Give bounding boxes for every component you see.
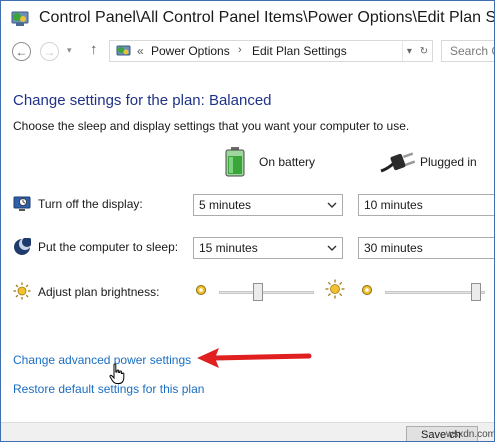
sleep-battery-select[interactable]: 15 minutes <box>193 237 343 259</box>
page-title: Change settings for the plan: Balanced <box>13 92 272 109</box>
brightness-setting-label: Adjust plan brightness: <box>38 285 160 299</box>
slider-thumb[interactable] <box>253 283 263 301</box>
breadcrumb-separator-icon[interactable]: › <box>238 44 242 56</box>
monitor-icon <box>13 196 31 211</box>
sleep-plugged-select[interactable]: 30 minutes <box>358 237 494 259</box>
page-description: Choose the sleep and display settings th… <box>13 119 410 133</box>
search-placeholder: Search Co <box>450 44 494 58</box>
address-bar[interactable]: « Power Options › Edit Plan Settings ▾ ↻ <box>109 40 433 62</box>
forward-button[interactable]: → <box>40 42 59 61</box>
chevron-down-icon <box>327 202 337 208</box>
watermark-text: wsxdn.com <box>446 429 495 440</box>
brightness-battery-slider[interactable] <box>219 283 314 301</box>
search-box[interactable]: Search Co <box>441 40 494 62</box>
sleep-battery-value: 15 minutes <box>199 241 258 255</box>
slider-track[interactable] <box>385 291 485 294</box>
refresh-icon[interactable]: ↻ <box>420 46 428 57</box>
control-panel-icon <box>116 45 131 56</box>
up-arrow-button[interactable]: ↑ <box>90 41 98 58</box>
slider-thumb[interactable] <box>471 283 481 301</box>
recent-locations-icon[interactable]: ▾ <box>67 45 72 56</box>
control-panel-icon <box>11 11 29 26</box>
sleep-setting-label: Put the computer to sleep: <box>38 240 179 254</box>
breadcrumb-overflow-icon[interactable]: « <box>137 44 144 58</box>
breadcrumb-power-options[interactable]: Power Options <box>151 44 230 58</box>
plug-icon <box>380 152 416 173</box>
brightness-plugged-slider[interactable] <box>385 283 485 301</box>
slider-track[interactable] <box>219 291 314 294</box>
forward-arrow-icon: → <box>43 44 56 59</box>
battery-icon <box>225 147 245 177</box>
change-advanced-power-settings-link[interactable]: Change advanced power settings <box>13 353 191 367</box>
display-battery-value: 5 minutes <box>199 198 252 212</box>
brightness-icon <box>13 282 31 300</box>
navigation-bar: ← → ▾ ↑ « Power Options › Edit Plan Sett… <box>1 35 494 67</box>
on-battery-label: On battery <box>259 155 316 169</box>
plugged-in-label: Plugged in <box>420 155 477 169</box>
hand-cursor-icon <box>109 363 125 384</box>
display-plugged-value: 10 minutes <box>364 198 423 212</box>
display-setting-label: Turn off the display: <box>38 197 143 211</box>
window: Control Panel\All Control Panel Items\Po… <box>0 0 495 442</box>
display-plugged-select[interactable]: 10 minutes <box>358 194 494 216</box>
sun-dim-icon <box>196 285 206 295</box>
breadcrumb-edit-plan-settings[interactable]: Edit Plan Settings <box>252 44 347 58</box>
sun-bright-icon <box>325 279 345 299</box>
sun-dim-icon <box>362 285 372 295</box>
red-arrow-icon <box>197 348 312 368</box>
chevron-down-icon <box>327 245 337 251</box>
sleep-plugged-value: 30 minutes <box>364 241 423 255</box>
address-controls: ▾ ↻ <box>402 41 432 61</box>
back-arrow-icon: ← <box>15 44 28 59</box>
moon-icon <box>14 238 31 255</box>
title-bar[interactable]: Control Panel\All Control Panel Items\Po… <box>1 1 495 35</box>
display-battery-select[interactable]: 5 minutes <box>193 194 343 216</box>
chevron-down-icon[interactable]: ▾ <box>407 46 412 57</box>
back-button[interactable]: ← <box>12 42 31 61</box>
window-title: Control Panel\All Control Panel Items\Po… <box>39 9 495 26</box>
